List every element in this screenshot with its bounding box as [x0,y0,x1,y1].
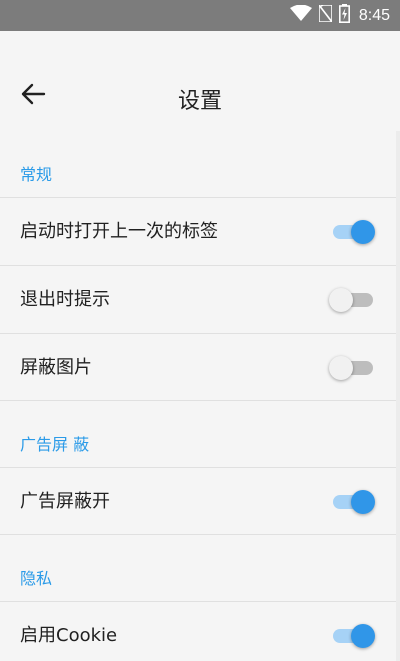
setting-row-restore-tabs[interactable]: 启动时打开上一次的标签 [0,197,400,265]
switch-thumb [329,288,353,312]
toggle-switch[interactable] [333,220,375,244]
section-title: 隐私 [20,569,53,588]
no-sim-icon [318,4,333,26]
status-icons: 8:45 [289,0,390,31]
wifi-icon [289,4,312,26]
toggle-switch[interactable] [333,624,375,648]
setting-row-exit-prompt[interactable]: 退出时提示 [0,265,400,333]
toggle-switch[interactable] [333,490,375,514]
section-title: 广告屏 蔽 [20,435,90,454]
setting-label: 退出时提示 [20,289,110,310]
section-header-privacy: 隐私 [0,535,400,601]
setting-row-block-images[interactable]: 屏蔽图片 [0,333,400,401]
switch-thumb [351,490,375,514]
toggle-switch[interactable] [329,356,375,380]
setting-label: 屏蔽图片 [20,357,92,378]
switch-thumb [351,220,375,244]
setting-row-cookie[interactable]: 启用Cookie [0,601,400,661]
setting-label: 启动时打开上一次的标签 [20,221,218,242]
setting-row-adblock[interactable]: 广告屏蔽开 [0,467,400,535]
section-header-general: 常规 [0,131,400,197]
switch-thumb [329,356,353,380]
switch-thumb [351,624,375,648]
scrollbar[interactable] [396,131,400,661]
settings-list: 常规 启动时打开上一次的标签 退出时提示 屏蔽图片 广告屏 蔽 广告屏蔽开 隐私… [0,131,400,661]
toggle-switch[interactable] [329,288,375,312]
status-bar: 8:45 [0,0,400,31]
section-title: 常规 [20,165,53,184]
setting-label: 启用Cookie [20,625,118,646]
setting-label: 广告屏蔽开 [20,491,110,512]
section-header-adblock: 广告屏 蔽 [0,401,400,467]
page-title: 设置 [177,89,222,114]
app-bar: 设置 [0,31,400,131]
battery-charging-icon [338,4,350,27]
status-time: 8:45 [358,6,390,24]
